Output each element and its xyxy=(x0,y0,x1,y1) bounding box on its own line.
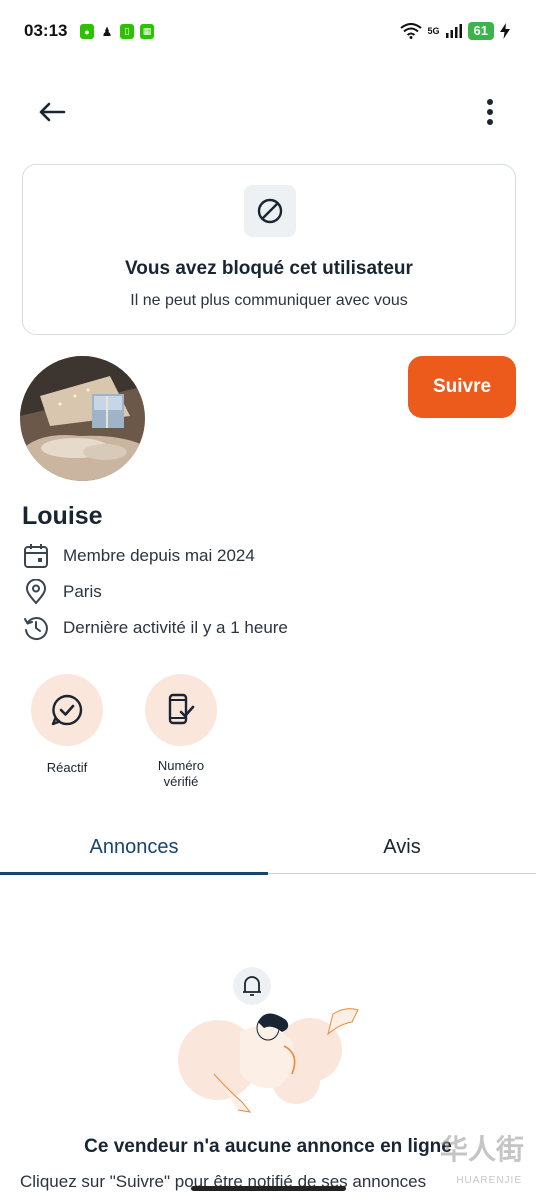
tab-bar: Annonces Avis xyxy=(0,820,536,875)
member-since-row: Membre depuis mai 2024 xyxy=(22,541,255,571)
empty-state-illustration xyxy=(178,967,359,1113)
last-activity-row: Dernière activité il y a 1 heure xyxy=(22,613,288,643)
charging-icon xyxy=(500,23,510,39)
status-time: 03:13 xyxy=(24,21,68,40)
status-bar: 03:13 ● ♟ ▯ ▦ 5G 61 xyxy=(0,0,536,64)
more-vertical-icon xyxy=(487,99,493,125)
signal-icon xyxy=(445,24,462,38)
network-type: 5G xyxy=(427,25,440,36)
home-indicator[interactable] xyxy=(191,1186,346,1191)
badge-verified-label: Numéro vérifié xyxy=(157,758,205,789)
tab-annonces[interactable]: Annonces xyxy=(0,820,268,874)
follow-button[interactable]: Suivre xyxy=(408,356,516,418)
member-since-text: Membre depuis mai 2024 xyxy=(63,546,255,565)
blocked-subtitle: Il ne peut plus communiquer avec vous xyxy=(130,292,408,309)
badge-verified-phone: Numéro vérifié xyxy=(126,674,236,790)
location-text: Paris xyxy=(63,582,102,601)
notification-icons: ● ♟ ▯ ▦ xyxy=(80,24,154,39)
location-pin-icon xyxy=(22,578,50,606)
arrow-left-icon xyxy=(39,102,66,122)
block-icon xyxy=(244,185,296,237)
wifi-icon xyxy=(399,23,422,39)
status-right: 5G 61 xyxy=(399,22,510,40)
wechat-icon: ● xyxy=(80,24,94,39)
top-nav xyxy=(0,88,536,136)
chat-check-icon xyxy=(31,674,103,746)
badge-reactive: Réactif xyxy=(12,674,122,776)
location-row: Paris xyxy=(22,577,102,607)
back-button[interactable] xyxy=(30,92,74,132)
qq-icon: ♟ xyxy=(101,24,113,39)
profile-name: Louise xyxy=(22,502,103,530)
blocked-notice-card: Vous avez bloqué cet utilisateur Il ne p… xyxy=(22,164,516,335)
sim-icon: ▯ xyxy=(120,24,134,39)
tab-avis[interactable]: Avis xyxy=(268,820,536,874)
badge-reactive-label: Réactif xyxy=(46,760,88,775)
blocked-title: Vous avez bloqué cet utilisateur xyxy=(125,258,413,279)
watermark-logo: 华人街 xyxy=(439,1134,524,1165)
last-activity-text: Dernière activité il y a 1 heure xyxy=(63,618,288,637)
battery-indicator: 61 xyxy=(467,22,494,40)
history-icon xyxy=(22,614,50,642)
avatar xyxy=(20,356,145,481)
watermark-text: HUARENJIE xyxy=(456,1175,522,1186)
app-icon: ▦ xyxy=(140,24,154,39)
phone-check-icon xyxy=(145,674,217,746)
tab-active-indicator xyxy=(0,872,268,875)
more-options-button[interactable] xyxy=(478,92,502,132)
calendar-icon xyxy=(22,542,50,570)
